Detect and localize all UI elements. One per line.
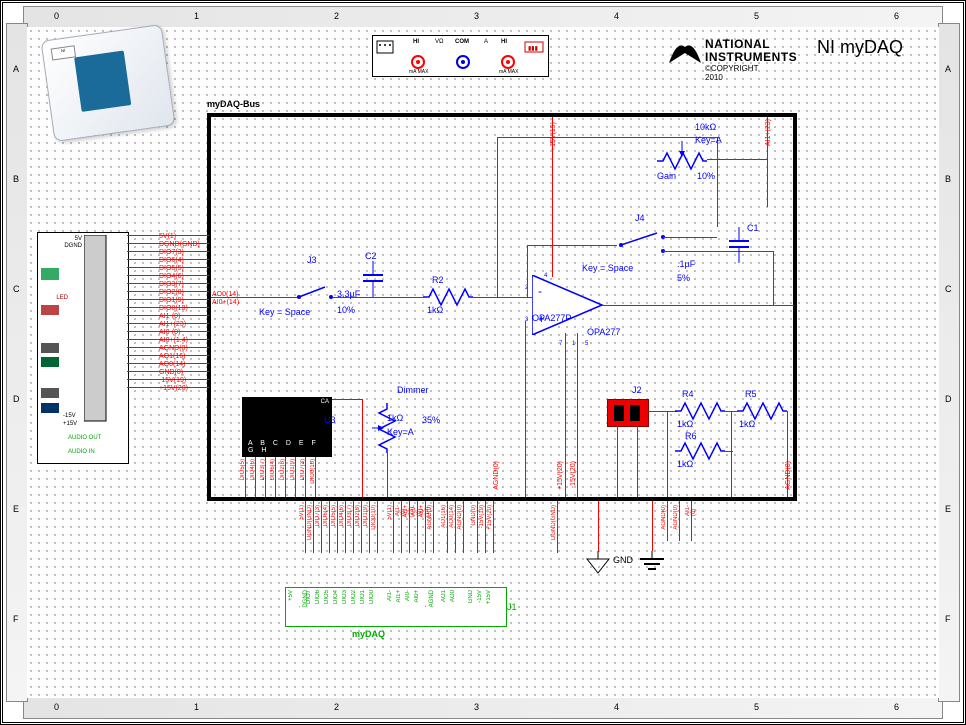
- bus-top: [207, 113, 797, 117]
- bus-bottom: [207, 497, 797, 501]
- page-title: NI myDAQ: [817, 37, 903, 58]
- c2-tol: 10%: [337, 305, 355, 315]
- gain-tol: 10%: [697, 171, 715, 181]
- j1-label: myDAQ: [352, 629, 385, 639]
- wire-j3-in: [211, 297, 301, 298]
- j3-note: Key = Space: [259, 307, 310, 317]
- c1-val: .1µF: [677, 259, 695, 269]
- ruler-bottom: 0 1 2 3 4 5 6: [23, 697, 943, 719]
- ruler-left: A B C D E F: [6, 23, 28, 702]
- net-ai0p: AI0+(14): [212, 299, 239, 306]
- gnd-label: GND: [613, 555, 633, 565]
- schematic-canvas[interactable]: NI ▮▮▮ HI VΩ COM A HI mA MAX mA MAX: [27, 27, 939, 698]
- r5-ref: R5: [745, 389, 757, 399]
- r2-ref: R2: [432, 275, 444, 285]
- connector-pins-icon: [84, 235, 128, 425]
- ruler-right: A B C D E F: [938, 23, 960, 702]
- net-ai1p23: AI1+(23): [765, 119, 772, 146]
- logo-copy: ©COPYRIGHT 2010: [705, 64, 758, 82]
- connector-pin-labels: 5V(1) DGND(GND) DIO7(3) DIO6(4) DIO5(5) …: [159, 233, 200, 393]
- gnd-signal-icon: [583, 551, 613, 575]
- u3-ref: U3: [324, 415, 336, 425]
- res-r6-icon: [675, 441, 725, 461]
- r2-val: 1kΩ: [427, 305, 443, 315]
- logo-line1: NATIONAL: [705, 37, 770, 51]
- res-r5-icon: [737, 401, 787, 421]
- r6-val: 1kΩ: [677, 459, 693, 469]
- inst-icon-5: [41, 388, 59, 398]
- gain-val: 10kΩ: [695, 122, 716, 132]
- j1-ref: J1: [507, 602, 517, 612]
- j4-note: Key = Space: [582, 263, 633, 273]
- dimmer-val: 1kΩ: [387, 413, 403, 423]
- r4-ref: R4: [682, 389, 694, 399]
- mydaq-photo: NI: [40, 24, 175, 142]
- c1-tol: 5%: [677, 273, 690, 283]
- op-ref: OPA277P: [532, 313, 571, 323]
- inst-icon-4: [41, 357, 59, 367]
- c1-ref: C1: [747, 223, 759, 233]
- switch-j4-icon: [617, 225, 667, 255]
- inst-icon-1: [41, 268, 59, 280]
- op-type: OPA277: [587, 327, 620, 337]
- wire-op-out: [602, 305, 794, 306]
- inst-icon-3: [41, 343, 59, 353]
- meter-hi2: HI: [501, 39, 507, 45]
- switch-j3-icon: [295, 285, 335, 309]
- inst-icon-6: [41, 403, 59, 413]
- res-r4-icon: [675, 401, 725, 421]
- j3-ref: J3: [307, 255, 317, 265]
- multimeter-panel: ▮▮▮ HI VΩ COM A HI mA MAX mA MAX: [372, 35, 549, 77]
- res-r2-icon: [423, 287, 473, 307]
- gain-ref: Gain: [657, 171, 676, 181]
- meter-ma: mA MAX: [409, 69, 428, 75]
- bottom-drop-5: [557, 501, 558, 553]
- dimmer-tol: 35%: [422, 415, 440, 425]
- dip-j2: [607, 399, 649, 427]
- r6-ref: R6: [685, 431, 697, 441]
- meter-ma2: mA MAX: [499, 69, 518, 75]
- meter-com: COM: [455, 39, 469, 45]
- j4-ref: J4: [635, 213, 645, 223]
- connector-block: 5V DGND LED -15V +15V AUDIO OUT AUDIO IN: [37, 232, 129, 464]
- meter-vo: VΩ: [435, 39, 444, 45]
- gain-key: Key=A: [695, 135, 722, 145]
- svg-text:-: -: [538, 284, 542, 298]
- schematic-frame: 0 1 2 3 4 5 6 0 1 2 3 4 5 6 A B C D E F …: [0, 0, 966, 725]
- svg-text:▮▮▮: ▮▮▮: [528, 46, 538, 52]
- r4-val: 1kΩ: [677, 419, 693, 429]
- chip-u3: CA A B C D E F G H: [242, 397, 332, 457]
- bus-label: myDAQ-Bus: [207, 99, 260, 109]
- cap-c2-icon: [361, 261, 385, 301]
- r5-val: 1kΩ: [739, 419, 755, 429]
- j2-ref: J2: [632, 385, 642, 395]
- meter-hi1: HI: [413, 39, 419, 45]
- ni-logo: NATIONAL INSTRUMENTS ©COPYRIGHT 2010: [667, 35, 703, 71]
- inst-icon-2: [41, 305, 59, 315]
- gnd-earth-icon: [637, 551, 667, 575]
- ruler-top: 0 1 2 3 4 5 6: [23, 6, 943, 28]
- opamp-icon: - +: [532, 275, 612, 335]
- cap-c1-icon: [727, 227, 751, 267]
- pot-gain-icon: [657, 141, 707, 171]
- ni-eagle-icon: [667, 35, 703, 71]
- logo-line2: INSTRUMENTS: [705, 50, 797, 64]
- meter-a: A: [484, 39, 488, 45]
- dimmer-ref: Dimmer: [397, 385, 429, 395]
- c2-ref: C2: [365, 251, 377, 261]
- c2-val: 3.3µF: [337, 289, 360, 299]
- dimmer-key: Key=A: [387, 427, 414, 437]
- bus-right: [793, 113, 797, 501]
